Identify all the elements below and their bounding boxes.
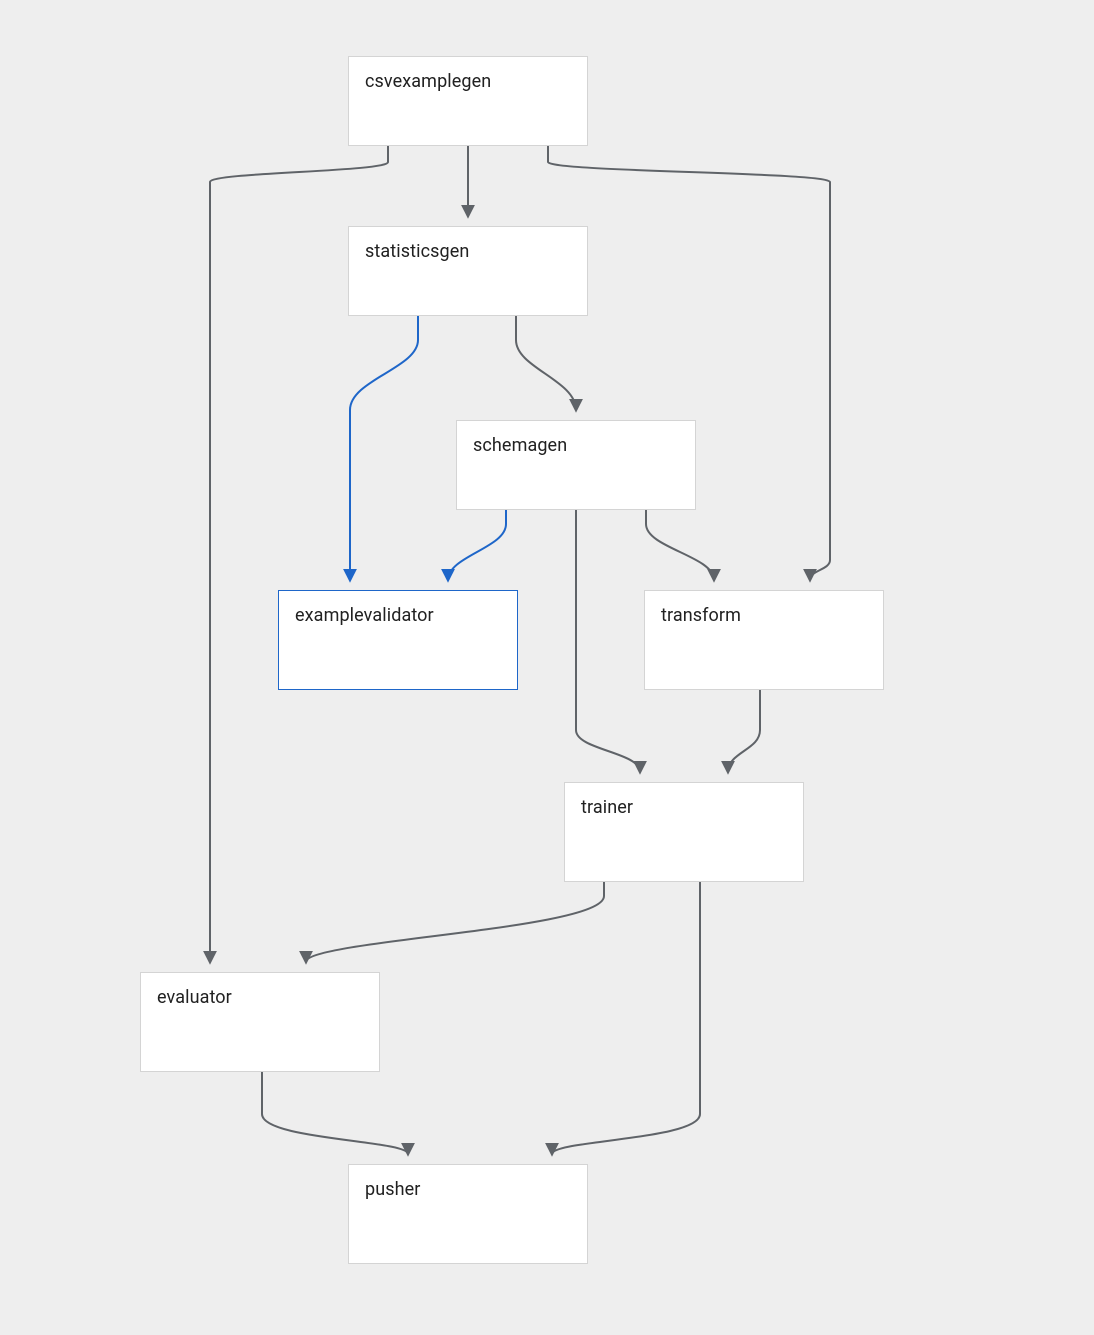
node-csvexamplegen[interactable]: csvexamplegen <box>348 56 588 146</box>
node-trainer[interactable]: trainer <box>564 782 804 882</box>
edge-statisticsgen-to-schemagen <box>516 316 576 410</box>
edge-schemagen-to-examplevalidator <box>448 510 506 580</box>
node-label: evaluator <box>157 987 232 1008</box>
node-examplevalidator[interactable]: examplevalidator <box>278 590 518 690</box>
node-evaluator[interactable]: evaluator <box>140 972 380 1072</box>
node-label: transform <box>661 605 741 626</box>
node-transform[interactable]: transform <box>644 590 884 690</box>
node-label: csvexamplegen <box>365 71 491 92</box>
node-label: trainer <box>581 797 633 818</box>
node-pusher[interactable]: pusher <box>348 1164 588 1264</box>
node-label: schemagen <box>473 435 567 456</box>
edge-statisticsgen-to-examplevalidator <box>350 316 418 580</box>
edge-schemagen-to-trainer <box>576 510 640 772</box>
node-label: pusher <box>365 1179 420 1200</box>
edge-transform-to-trainer <box>728 690 760 772</box>
edges-layer <box>0 0 1094 1335</box>
edge-trainer-to-pusher <box>552 882 700 1154</box>
edge-schemagen-to-transform <box>646 510 714 580</box>
node-label: statisticsgen <box>365 241 469 262</box>
node-label: examplevalidator <box>295 605 434 626</box>
edge-trainer-to-evaluator <box>306 882 604 962</box>
node-schemagen[interactable]: schemagen <box>456 420 696 510</box>
edge-csvexamplegen-to-transform <box>548 146 830 580</box>
edge-evaluator-to-pusher <box>262 1072 408 1154</box>
node-statisticsgen[interactable]: statisticsgen <box>348 226 588 316</box>
